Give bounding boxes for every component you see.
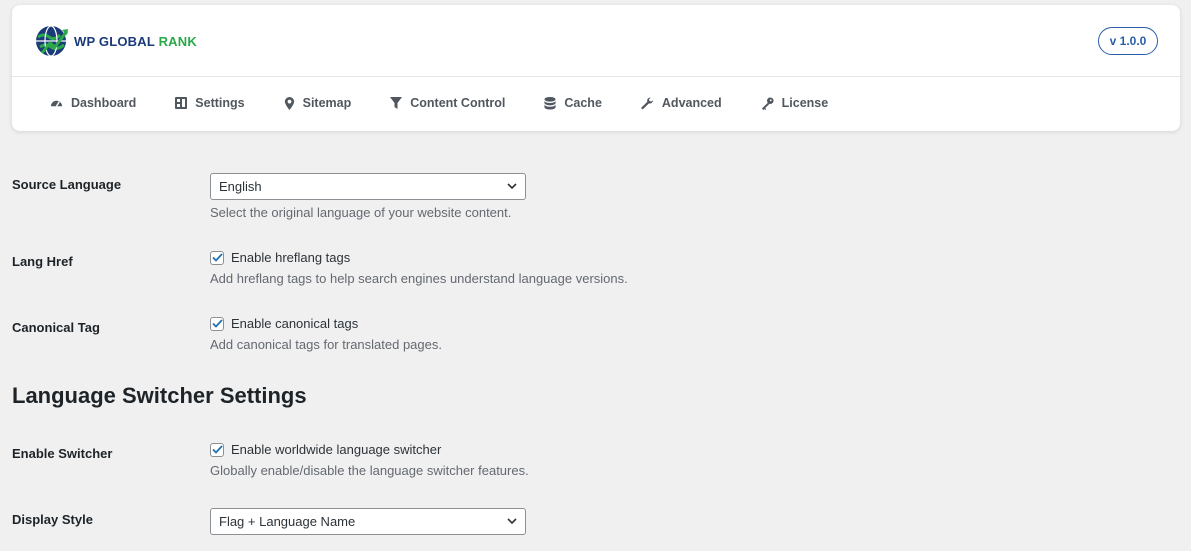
nav-item-cache[interactable]: Cache bbox=[544, 90, 602, 116]
filter-icon bbox=[390, 96, 403, 109]
checkmark-icon bbox=[211, 445, 223, 454]
nav-item-settings[interactable]: Settings bbox=[175, 90, 245, 116]
canonical-checkbox-label[interactable]: Enable canonical tags bbox=[231, 316, 358, 331]
source-language-select[interactable]: English bbox=[210, 173, 526, 200]
display-style-label: Display Style bbox=[12, 512, 93, 527]
nav-item-advanced[interactable]: Advanced bbox=[641, 90, 722, 116]
nav-item-sitemap[interactable]: Sitemap bbox=[284, 90, 351, 116]
brand-name: WP GLOBAL RANK bbox=[74, 33, 197, 49]
lang-href-label: Lang Href bbox=[12, 254, 73, 269]
enable-switcher-option: Enable worldwide language switcher bbox=[210, 442, 441, 457]
enable-switcher-label: Enable Switcher bbox=[12, 446, 113, 461]
brand-bar: WP GLOBAL RANK v 1.0.0 bbox=[12, 5, 1180, 77]
checkmark-icon bbox=[211, 319, 223, 328]
dashboard-icon bbox=[50, 100, 63, 107]
canonical-tag-description: Add canonical tags for translated pages. bbox=[210, 337, 442, 352]
wrench-icon bbox=[641, 96, 653, 109]
canonical-tag-option: Enable canonical tags bbox=[210, 316, 358, 331]
hreflang-checkbox-label[interactable]: Enable hreflang tags bbox=[231, 250, 350, 265]
nav-item-content-control[interactable]: Content Control bbox=[390, 90, 505, 116]
switcher-checkbox-label[interactable]: Enable worldwide language switcher bbox=[231, 442, 441, 457]
key-icon bbox=[761, 96, 774, 110]
logo[interactable]: WP GLOBAL RANK bbox=[34, 23, 197, 59]
canonical-checkbox[interactable] bbox=[210, 316, 224, 331]
canonical-tag-label: Canonical Tag bbox=[12, 320, 100, 335]
source-language-label: Source Language bbox=[12, 177, 122, 192]
header-card: WP GLOBAL RANK v 1.0.0 Dashboard Setting… bbox=[12, 5, 1180, 131]
display-style-select[interactable]: Flag + Language Name bbox=[210, 508, 526, 535]
enable-switcher-description: Globally enable/disable the language swi… bbox=[210, 463, 529, 478]
lang-href-description: Add hreflang tags to help search engines… bbox=[210, 271, 628, 286]
nav-item-dashboard[interactable]: Dashboard bbox=[50, 90, 136, 116]
hreflang-checkbox[interactable] bbox=[210, 250, 224, 265]
display-style-value: Flag + Language Name bbox=[219, 514, 356, 529]
chevron-down-icon bbox=[507, 183, 517, 190]
section-title: Language Switcher Settings bbox=[12, 383, 307, 408]
database-icon bbox=[544, 96, 556, 110]
lang-href-option: Enable hreflang tags bbox=[210, 250, 350, 265]
main-nav: Dashboard Settings Sitemap Content Contr… bbox=[50, 90, 867, 116]
nav-item-license[interactable]: License bbox=[761, 90, 828, 116]
grid-icon bbox=[175, 97, 188, 109]
version-badge: v 1.0.0 bbox=[1098, 27, 1158, 55]
globe-logo-icon bbox=[36, 25, 69, 57]
checkmark-icon bbox=[211, 253, 223, 262]
source-language-description: Select the original language of your web… bbox=[210, 205, 512, 220]
source-language-value: English bbox=[219, 179, 262, 194]
chevron-down-icon bbox=[507, 518, 517, 525]
switcher-checkbox[interactable] bbox=[210, 442, 224, 457]
location-pin-icon bbox=[284, 96, 294, 110]
